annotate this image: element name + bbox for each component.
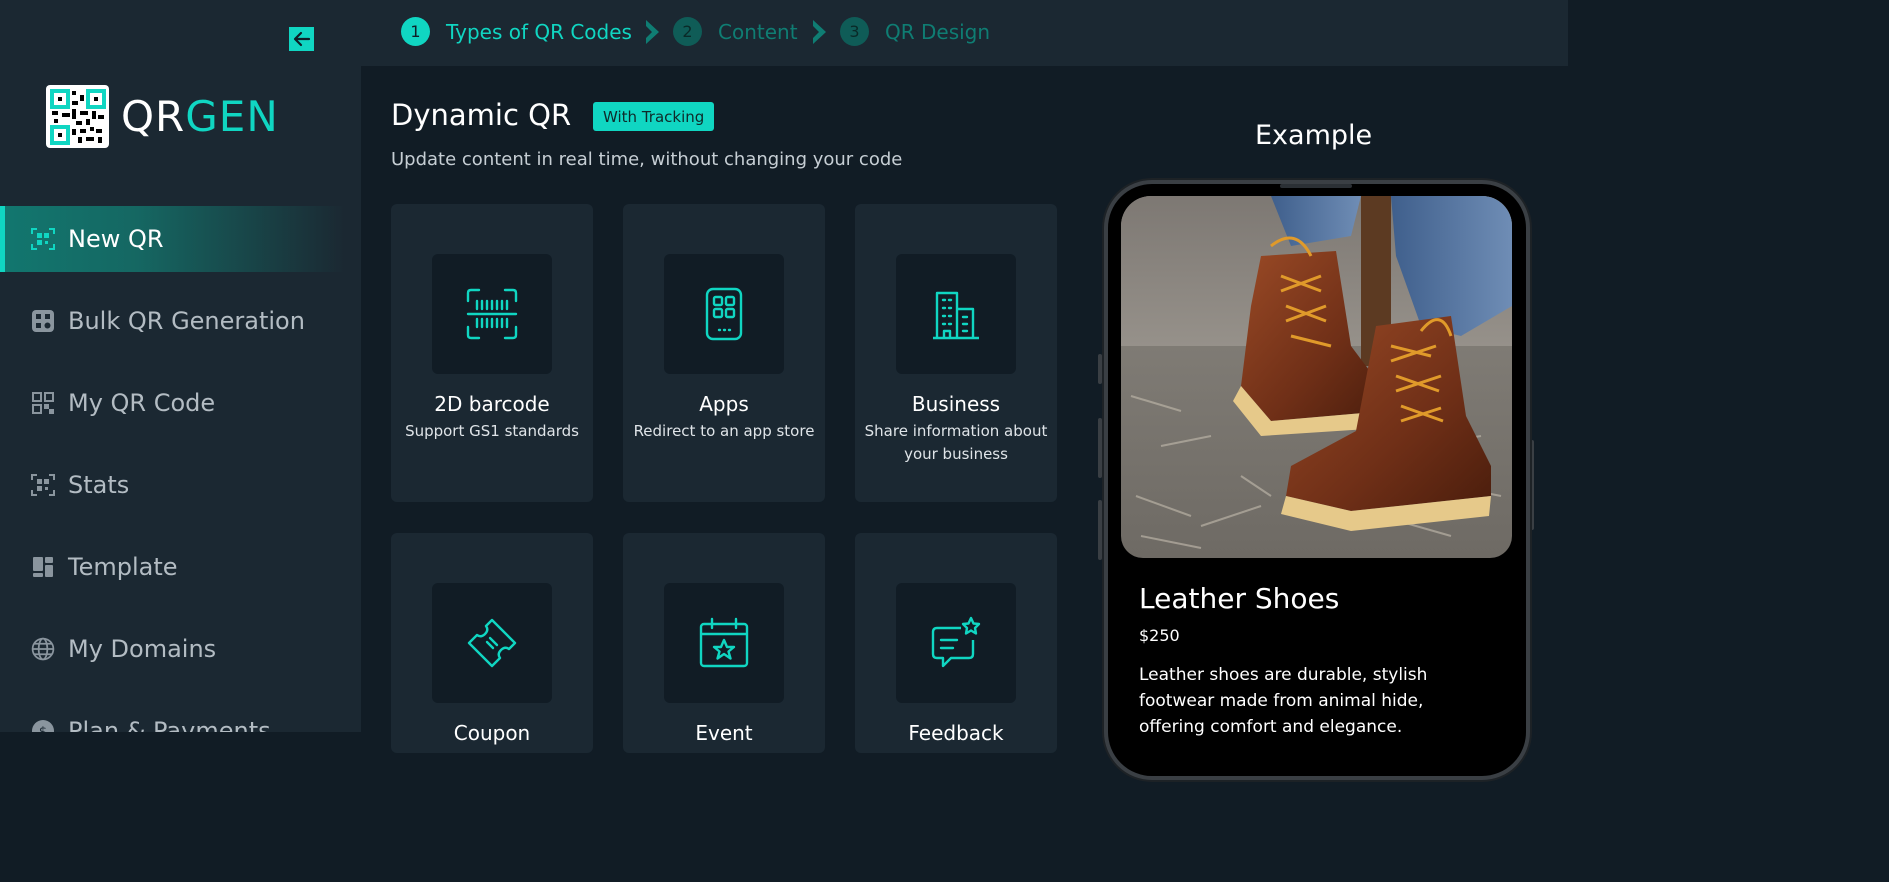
chevron-right-icon <box>813 20 826 44</box>
template-icon <box>30 554 56 580</box>
phone-power-button <box>1530 440 1534 530</box>
sidebar-item-label: Bulk QR Generation <box>68 307 305 335</box>
logo-wordmark: QRGEN <box>121 92 279 141</box>
sidebar-item-label: Plan & Payments <box>68 717 271 732</box>
card-icon-box <box>664 583 784 703</box>
card-description: Redirect to an app store <box>633 422 815 440</box>
card-icon-box <box>896 583 1016 703</box>
ticket-icon <box>467 618 517 668</box>
product-name: Leather Shoes <box>1139 582 1340 615</box>
sidebar-item-my-qr-code[interactable]: My QR Code <box>0 370 345 436</box>
card-description: Support GS1 standards <box>405 422 579 440</box>
step-qr-design[interactable]: 3 QR Design <box>840 17 990 46</box>
mobile-apps-icon <box>705 287 743 341</box>
card-title: Business <box>911 392 1001 416</box>
arrow-left-icon <box>293 31 310 47</box>
card-icon-box <box>896 254 1016 374</box>
qr-code-icon <box>30 390 56 416</box>
page-title: Dynamic QR <box>391 98 572 132</box>
sidebar-item-label: My Domains <box>68 635 217 663</box>
qr-type-card-business[interactable]: Business Share information about your bu… <box>855 204 1057 502</box>
chevron-right-icon <box>646 20 659 44</box>
product-description: Leather shoes are durable, stylish footw… <box>1139 665 1428 737</box>
sidebar-item-label: Stats <box>68 471 130 499</box>
step-label: Content <box>718 19 798 44</box>
example-title: Example <box>1255 120 1373 151</box>
tracking-badge: With Tracking <box>593 102 715 131</box>
card-title: 2D barcode <box>434 392 550 416</box>
qr-type-card-coupon[interactable]: Coupon <box>391 533 593 753</box>
qr-type-card-2d-barcode[interactable]: 2D barcode Support GS1 standards <box>391 204 593 502</box>
step-label: Types of QR Codes <box>446 19 632 44</box>
chat-star-icon <box>931 616 981 668</box>
sidebar-item-template[interactable]: Template <box>0 534 345 600</box>
phone-side-button <box>1098 500 1102 560</box>
phone-side-button <box>1098 354 1102 384</box>
payment-icon: $ <box>30 718 56 732</box>
card-icon-box <box>664 254 784 374</box>
sidebar-item-my-domains[interactable]: My Domains <box>0 616 345 682</box>
qr-logo-icon <box>46 85 109 148</box>
step-number: 3 <box>840 17 869 46</box>
app-logo[interactable]: QRGEN <box>46 85 279 148</box>
card-title: Feedback <box>908 721 1004 745</box>
step-label: QR Design <box>885 19 991 44</box>
product-price: $250 <box>1139 626 1180 645</box>
sidebar-item-stats[interactable]: Stats <box>0 452 345 518</box>
qr-type-card-event[interactable]: Event <box>623 533 825 753</box>
phone-side-button <box>1098 418 1102 478</box>
card-title: Coupon <box>453 721 531 745</box>
step-number: 2 <box>673 17 702 46</box>
stats-scan-icon <box>30 472 56 498</box>
logo-text-qr: QR <box>121 92 186 141</box>
svg-text:$: $ <box>39 725 47 732</box>
card-description: Share information about your business <box>864 422 1048 463</box>
wizard-stepper: 1 Types of QR Codes 2 Content 3 QR Desig… <box>361 0 1568 66</box>
qr-type-card-feedback[interactable]: Feedback <box>855 533 1057 753</box>
sidebar-item-label: New QR <box>68 225 164 253</box>
sidebar-item-label: My QR Code <box>68 389 216 417</box>
qr-type-card-apps[interactable]: Apps Redirect to an app store <box>623 204 825 502</box>
calendar-star-icon <box>699 617 749 668</box>
logo-text-gen: GEN <box>185 92 279 141</box>
card-icon-box <box>432 254 552 374</box>
sidebar: QRGEN New QR Bulk QR Generation My QR Co… <box>0 0 361 732</box>
bulk-grid-icon <box>30 308 56 334</box>
product-image <box>1121 196 1512 558</box>
card-title: Apps <box>699 392 749 416</box>
globe-icon <box>30 636 56 662</box>
phone-speaker <box>1280 184 1352 188</box>
sidebar-item-bulk-qr[interactable]: Bulk QR Generation <box>0 288 345 354</box>
barcode-scan-icon <box>466 288 518 340</box>
building-icon <box>933 291 979 340</box>
sidebar-item-plan-payments[interactable]: $ Plan & Payments <box>0 698 345 732</box>
sidebar-item-label: Template <box>68 553 178 581</box>
step-types-of-qr-codes[interactable]: 1 Types of QR Codes <box>401 17 632 46</box>
sidebar-item-new-qr[interactable]: New QR <box>0 206 345 272</box>
card-title: Event <box>695 721 753 745</box>
collapse-sidebar-button[interactable] <box>289 27 314 51</box>
card-icon-box <box>432 583 552 703</box>
page-subtitle: Update content in real time, without cha… <box>391 149 903 170</box>
step-content[interactable]: 2 Content <box>673 17 798 46</box>
step-number: 1 <box>401 17 430 46</box>
scan-qr-icon <box>30 226 56 252</box>
